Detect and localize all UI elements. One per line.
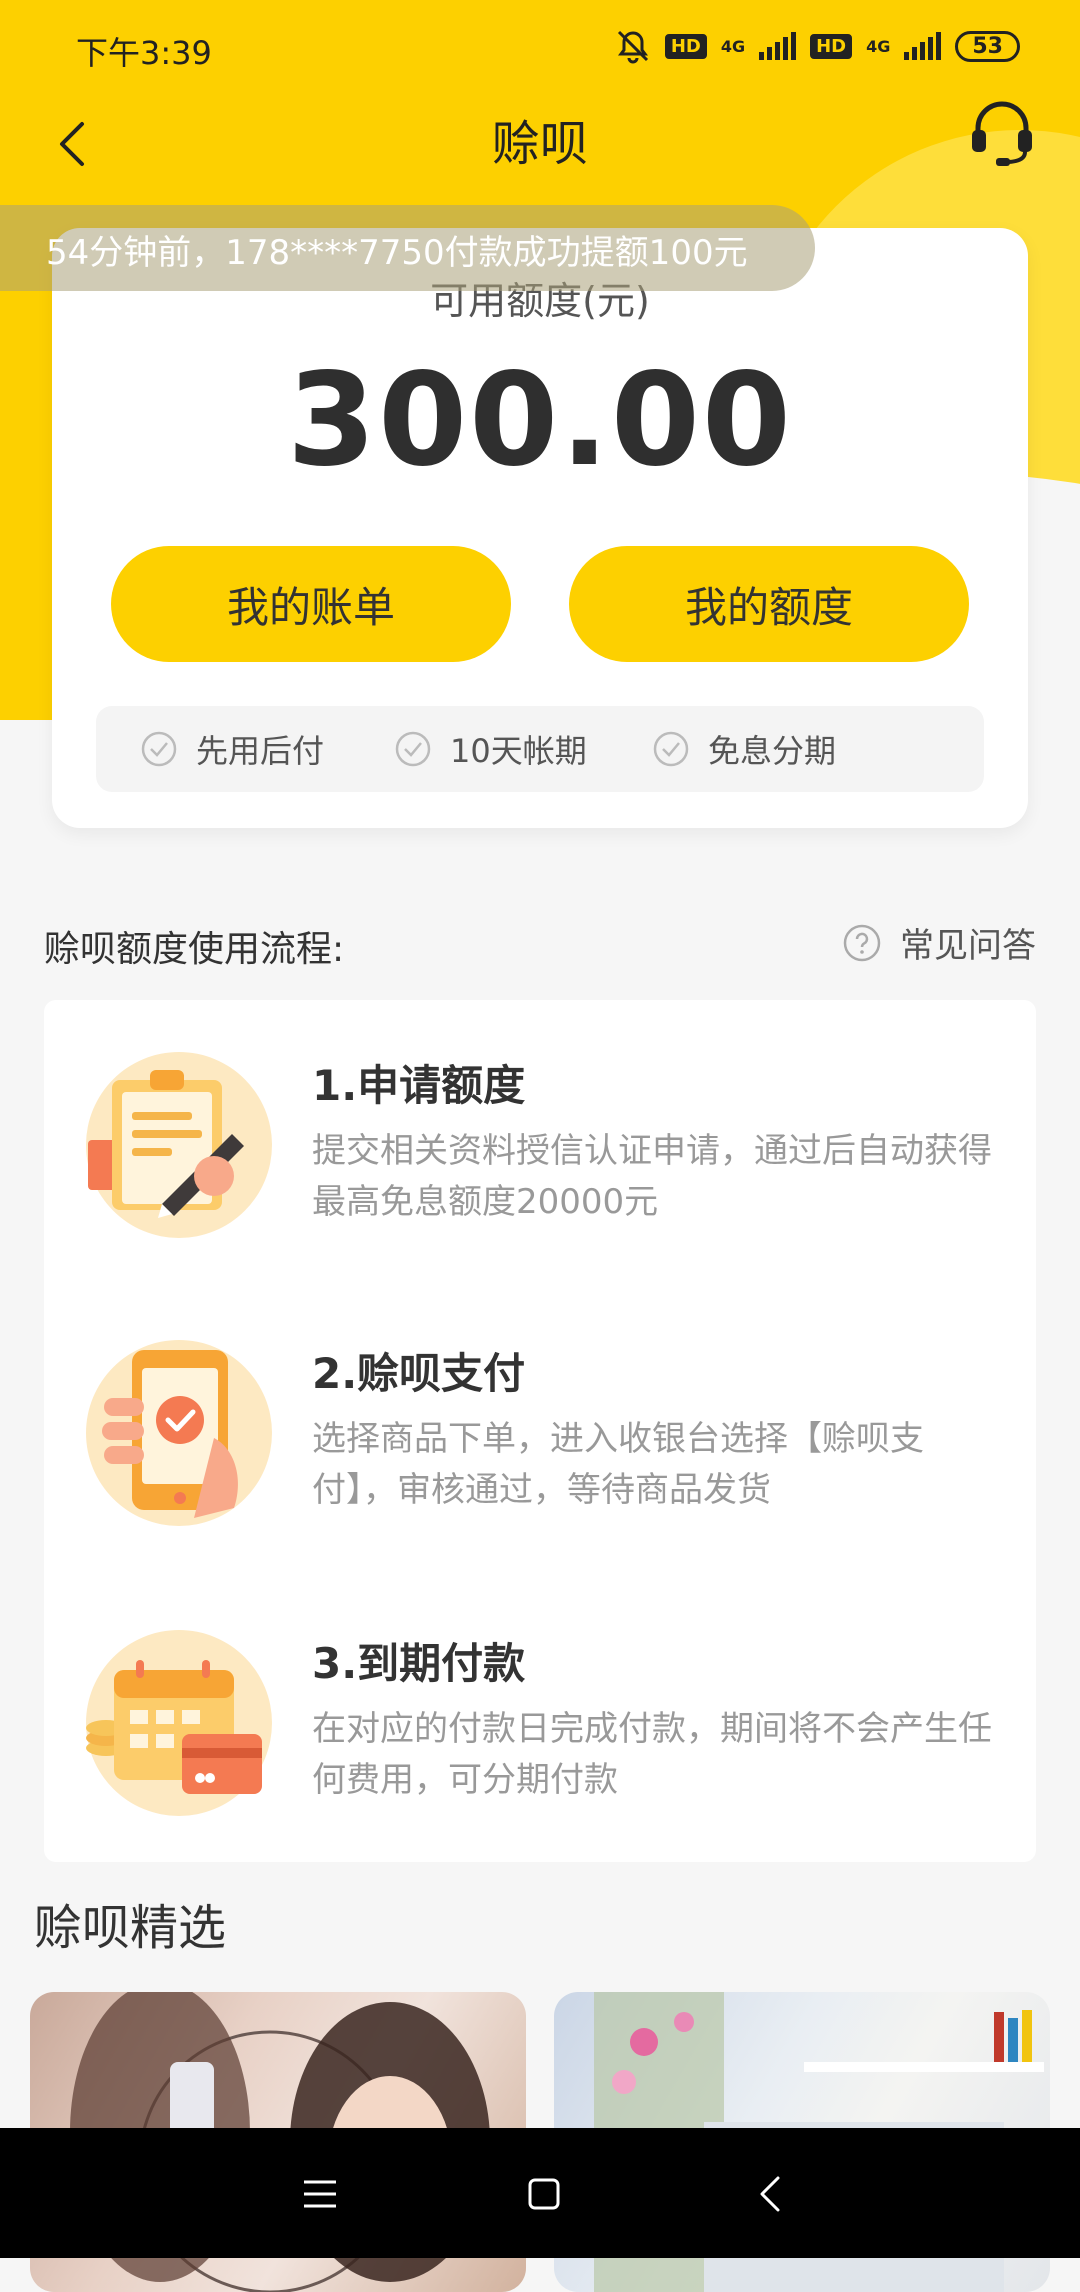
clipboard-sign-icon: [86, 1052, 272, 1238]
system-nav-bar: [0, 2128, 1080, 2258]
credit-card: 可用额度(元) 300.00 我的账单 我的额度 先用后付 10天帐期 免息分期: [52, 228, 1028, 828]
mute-bell-icon: [617, 30, 648, 64]
step-title: 2.赊呗支付: [312, 1349, 526, 1398]
phone-pay-icon: [86, 1340, 272, 1526]
status-bar: 下午3:39 HD 4G HD 4G 53: [0, 0, 1080, 96]
step-item: 1.申请额度 提交相关资料授信认证申请，通过后自动获得最高免息额度20000元: [44, 1000, 1036, 1260]
my-bill-button[interactable]: 我的账单: [111, 546, 511, 662]
step-description: 在对应的付款日完成付款，期间将不会产生任何费用，可分期付款: [312, 1709, 992, 1800]
check-circle-icon: [395, 731, 431, 767]
check-circle-icon: [653, 731, 689, 767]
steps-card: 1.申请额度 提交相关资料授信认证申请，通过后自动获得最高免息额度20000元 …: [44, 1000, 1036, 1862]
back-nav-icon[interactable]: [742, 2164, 802, 2224]
step-description: 提交相关资料授信认证申请，通过后自动获得最高免息额度20000元: [312, 1131, 992, 1222]
step-item: 2.赊呗支付 选择商品下单，进入收银台选择【赊呗支付】，审核通过，等待商品发货: [44, 1288, 1036, 1548]
feature-label: 免息分期: [708, 732, 837, 770]
picks-section-title: 赊呗精选: [34, 1900, 227, 1956]
step-title: 1.申请额度: [312, 1061, 526, 1110]
calendar-card-icon: [86, 1630, 272, 1816]
question-circle-icon: [843, 924, 881, 961]
top-nav: 赊呗: [0, 96, 1080, 206]
signal-icon: [759, 32, 797, 60]
step-description: 选择商品下单，进入收银台选择【赊呗支付】，审核通过，等待商品发货: [312, 1419, 924, 1510]
credit-amount: 300.00: [287, 346, 793, 495]
step-title: 3.到期付款: [312, 1639, 526, 1688]
headset-icon[interactable]: [966, 96, 1038, 168]
net-type: 4G: [720, 36, 746, 56]
home-icon[interactable]: [514, 2164, 574, 2224]
page-title: 赊呗: [491, 116, 588, 172]
step-item: 3.到期付款 在对应的付款日完成付款，期间将不会产生任何费用，可分期付款: [44, 1578, 1036, 1838]
feature-label: 10天帐期: [450, 732, 587, 770]
battery-indicator: 53: [955, 30, 1020, 62]
faq-label: 常见问答: [900, 926, 1036, 966]
menu-icon[interactable]: [290, 2164, 350, 2224]
my-limit-button[interactable]: 我的额度: [569, 546, 969, 662]
signal-icon: [904, 32, 942, 60]
status-time: 下午3:39: [76, 34, 212, 72]
faq-link[interactable]: 常见问答: [842, 918, 1036, 967]
feature-item: 先用后付: [140, 706, 324, 792]
check-circle-icon: [141, 731, 177, 767]
ticker-text: 54分钟前，178****7750付款成功提额100元: [46, 233, 748, 273]
hd-badge: HD: [810, 33, 853, 59]
feature-item: 免息分期: [652, 706, 836, 792]
activity-ticker: 54分钟前，178****7750付款成功提额100元: [0, 205, 815, 291]
hd-badge: HD: [664, 33, 707, 59]
net-type: 4G: [866, 36, 891, 56]
feature-item: 10天帐期: [394, 706, 587, 792]
feature-label: 先用后付: [196, 732, 325, 770]
feature-strip: 先用后付 10天帐期 免息分期: [96, 706, 984, 792]
process-section-title: 赊呗额度使用流程:: [44, 929, 345, 970]
status-icons: HD 4G HD 4G 53: [615, 28, 1020, 64]
